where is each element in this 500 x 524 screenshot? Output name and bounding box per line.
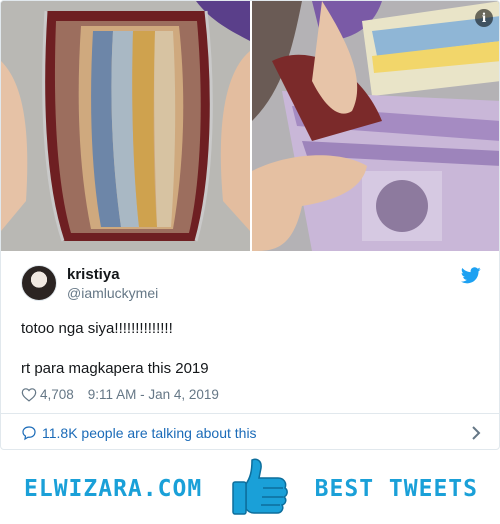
- info-icon[interactable]: i: [475, 9, 493, 27]
- chevron-right-icon[interactable]: [471, 425, 481, 441]
- wallet-photo-illustration: [1, 1, 250, 251]
- author-handle[interactable]: @iamluckymei: [67, 285, 158, 301]
- comment-bubble-icon: [22, 426, 36, 441]
- embedded-tweet-card[interactable]: i kristiya @iamluckymei totoo nga siya!!…: [0, 0, 500, 450]
- brand-banner: ELWIZARA.COM BEST TWEETS: [0, 452, 500, 524]
- like-count[interactable]: 4,708: [40, 387, 74, 402]
- tweet-text: totoo nga siya!!!!!!!!!!!!!! rt para mag…: [21, 320, 209, 377]
- divider: [1, 413, 499, 414]
- heart-icon[interactable]: [21, 387, 37, 402]
- talking-count: 11.8K people are talking about this: [42, 425, 257, 441]
- tweet-photo-bills[interactable]: i: [252, 1, 499, 251]
- tweet-photo-wallet[interactable]: [1, 1, 250, 251]
- twitter-bird-icon[interactable]: [461, 267, 481, 284]
- tweet-author[interactable]: kristiya @iamluckymei: [21, 265, 481, 305]
- thumbs-up-icon: [232, 458, 288, 515]
- conversation-link[interactable]: 11.8K people are talking about this: [21, 421, 481, 445]
- brand-tagline: BEST TWEETS: [314, 476, 478, 502]
- tweet-photos[interactable]: i: [1, 1, 499, 251]
- bills-photo-illustration: [252, 1, 499, 251]
- tweet-timestamp[interactable]: 9:11 AM - Jan 4, 2019: [88, 387, 219, 402]
- avatar[interactable]: [21, 265, 57, 301]
- tweet-meta: 4,708 9:11 AM - Jan 4, 2019: [21, 385, 219, 403]
- author-name[interactable]: kristiya: [67, 266, 120, 283]
- brand-site-name[interactable]: ELWIZARA.COM: [24, 476, 202, 502]
